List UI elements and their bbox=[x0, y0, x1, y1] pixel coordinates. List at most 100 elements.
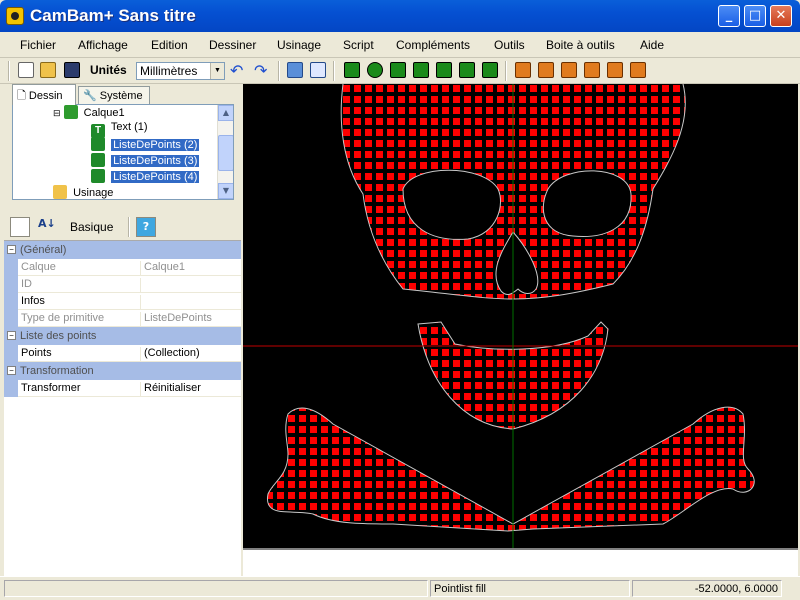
property-key: Type de primitive bbox=[21, 312, 105, 324]
scroll-thumb[interactable] bbox=[218, 135, 233, 171]
tree-item-pointlist-2[interactable]: ListeDePoints (2) bbox=[91, 137, 200, 153]
menu-usinage[interactable]: Usinage bbox=[277, 38, 321, 52]
property-row-type[interactable]: Type de primitive ListeDePoints bbox=[4, 310, 241, 327]
property-value[interactable]: Réinitialiser bbox=[140, 382, 201, 397]
property-key: Calque bbox=[21, 261, 56, 273]
row-gutter bbox=[4, 380, 18, 397]
polyline-icon[interactable] bbox=[344, 62, 360, 78]
property-value[interactable]: (Collection) bbox=[140, 347, 200, 362]
tab-systeme[interactable]: 🔧 Système bbox=[78, 86, 150, 104]
category-points[interactable]: − Liste des points bbox=[4, 327, 241, 345]
categorized-view-icon[interactable] bbox=[10, 217, 30, 237]
property-value[interactable] bbox=[140, 278, 144, 293]
tab-dessin-label: Dessin bbox=[28, 90, 63, 102]
collapse-icon[interactable]: − bbox=[7, 366, 16, 375]
help-icon[interactable]: ? bbox=[136, 217, 156, 237]
tree-item-layer[interactable]: ⊟ Calque1 bbox=[53, 105, 125, 121]
menu-fichier[interactable]: Fichier bbox=[20, 38, 56, 52]
lathe-op-icon[interactable] bbox=[607, 62, 623, 78]
drawing-view[interactable] bbox=[243, 84, 798, 548]
region-icon[interactable] bbox=[459, 62, 475, 78]
pocket-op-icon[interactable] bbox=[538, 62, 554, 78]
circle-icon[interactable] bbox=[367, 62, 383, 78]
property-row-points[interactable]: Points (Collection) bbox=[4, 345, 241, 362]
layer-label: Calque1 bbox=[83, 107, 125, 119]
menu-boite-a-outils[interactable]: Boite à outils bbox=[546, 38, 615, 52]
menu-complements[interactable]: Compléments bbox=[396, 38, 470, 52]
property-key: Points bbox=[21, 347, 52, 359]
collapse-icon[interactable]: − bbox=[7, 245, 16, 254]
redo-icon[interactable]: ↷ bbox=[254, 61, 267, 80]
tree-item-pointlist-3[interactable]: ListeDePoints (3) bbox=[91, 153, 200, 169]
row-gutter bbox=[4, 345, 18, 362]
tree-item-pointlist-4-label: ListeDePoints (4) bbox=[111, 171, 200, 183]
category-general[interactable]: − (Général) bbox=[4, 241, 241, 259]
close-button[interactable]: ✕ bbox=[770, 5, 792, 27]
tree-item-pointlist-4[interactable]: ListeDePoints (4) bbox=[91, 169, 200, 185]
new-file-icon[interactable] bbox=[18, 62, 34, 78]
property-value[interactable] bbox=[140, 295, 144, 310]
property-value[interactable]: ListeDePoints bbox=[140, 312, 212, 327]
property-row-transformer[interactable]: Transformer Réinitialiser bbox=[4, 380, 241, 397]
category-general-label: (Général) bbox=[20, 244, 67, 256]
menu-dessiner[interactable]: Dessiner bbox=[209, 38, 256, 52]
menu-bar: Fichier Affichage Edition Dessiner Usina… bbox=[0, 32, 800, 58]
minimize-button[interactable]: _ bbox=[718, 5, 740, 27]
tree-item-pointlist-3-label: ListeDePoints (3) bbox=[111, 155, 200, 167]
property-value[interactable]: Calque1 bbox=[140, 261, 185, 276]
collapse-icon[interactable]: − bbox=[7, 331, 16, 340]
tree-item-pointlist-2-label: ListeDePoints (2) bbox=[111, 139, 200, 151]
property-row-infos[interactable]: Infos bbox=[4, 293, 241, 310]
menu-edition[interactable]: Edition bbox=[151, 38, 188, 52]
property-row-calque[interactable]: Calque Calque1 bbox=[4, 259, 241, 276]
3d-surface-icon[interactable] bbox=[482, 62, 498, 78]
status-bar: Pointlist fill -52.0000, 6.0000 bbox=[0, 576, 800, 600]
sort-alpha-icon[interactable]: A↓ bbox=[38, 217, 58, 237]
tree-item-usinage-label: Usinage bbox=[73, 187, 114, 199]
scroll-down-icon[interactable]: ▼ bbox=[218, 183, 233, 199]
snap-grid-icon[interactable] bbox=[287, 62, 303, 78]
profile-op-icon[interactable] bbox=[515, 62, 531, 78]
left-pane: 🗋 Dessin 🔧 Système ⊟ Calque1 T Text (1) … bbox=[4, 84, 241, 576]
units-value: Millimètres bbox=[140, 64, 198, 78]
collapse-icon[interactable]: ⊟ bbox=[53, 108, 61, 118]
pointlist-icon bbox=[91, 153, 105, 167]
tree-item-text[interactable]: T Text (1) bbox=[91, 121, 148, 138]
scroll-up-icon[interactable]: ▲ bbox=[218, 105, 233, 121]
tab-dessin[interactable]: 🗋 Dessin bbox=[12, 84, 76, 105]
open-folder-icon[interactable] bbox=[40, 62, 56, 78]
save-icon[interactable] bbox=[64, 62, 80, 78]
menu-aide[interactable]: Aide bbox=[640, 38, 664, 52]
text-icon[interactable] bbox=[436, 62, 452, 78]
menu-script[interactable]: Script bbox=[343, 38, 374, 52]
drawing-tree[interactable]: ⊟ Calque1 T Text (1) ListeDePoints (2) L… bbox=[12, 104, 234, 200]
layer-icon bbox=[63, 105, 78, 119]
engrave-op-icon[interactable] bbox=[584, 62, 600, 78]
message-area[interactable] bbox=[243, 548, 798, 576]
rectangle-icon[interactable] bbox=[413, 62, 429, 78]
units-dropdown[interactable]: Millimètres ▼ bbox=[136, 62, 225, 80]
mode-label[interactable]: Basique bbox=[70, 220, 113, 234]
show-grid-icon[interactable] bbox=[310, 62, 326, 78]
chevron-down-icon[interactable]: ▼ bbox=[210, 63, 224, 79]
tree-item-usinage[interactable]: Usinage bbox=[53, 185, 114, 199]
drill-op-icon[interactable] bbox=[561, 62, 577, 78]
property-row-id[interactable]: ID bbox=[4, 276, 241, 293]
gcode-op-icon[interactable] bbox=[630, 62, 646, 78]
toolbar-separator bbox=[128, 217, 130, 237]
title-bar[interactable]: CamBam+ Sans titre _ □ ✕ bbox=[0, 0, 800, 32]
window-title: CamBam+ Sans titre bbox=[30, 6, 196, 25]
tree-scrollbar[interactable]: ▲ ▼ bbox=[217, 105, 233, 199]
toolbar-separator bbox=[333, 61, 335, 81]
category-transformation[interactable]: − Transformation bbox=[4, 362, 241, 380]
points-icon[interactable] bbox=[390, 62, 406, 78]
menu-outils[interactable]: Outils bbox=[494, 38, 525, 52]
menu-affichage[interactable]: Affichage bbox=[78, 38, 128, 52]
undo-icon[interactable]: ↶ bbox=[230, 61, 243, 80]
category-points-label: Liste des points bbox=[20, 330, 97, 342]
maximize-button[interactable]: □ bbox=[744, 5, 766, 27]
units-label: Unités bbox=[90, 63, 127, 77]
property-key: ID bbox=[21, 278, 32, 290]
drawing-canvas[interactable] bbox=[243, 84, 798, 548]
text-object-icon: T bbox=[91, 124, 105, 138]
